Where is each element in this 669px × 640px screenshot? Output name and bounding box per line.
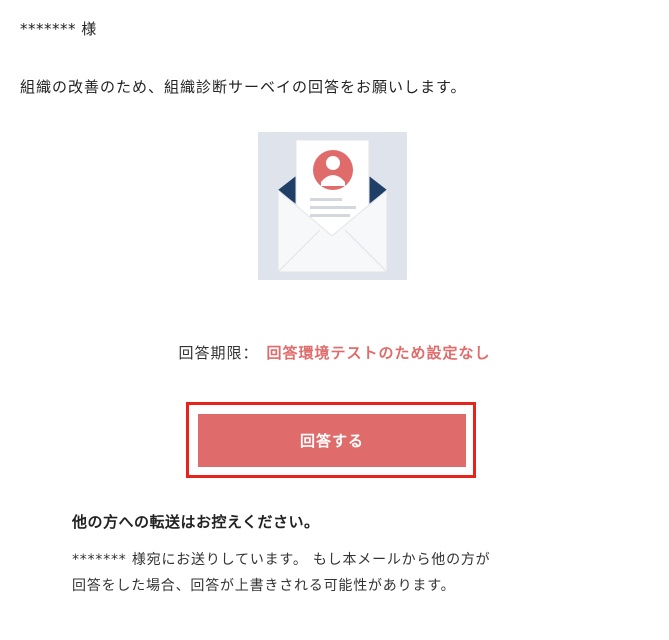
intro-message: 組織の改善のため、組織診断サーベイの回答をお願いします。 xyxy=(20,78,467,96)
letter-line xyxy=(310,206,356,209)
deadline-label: 回答期限： xyxy=(178,344,259,362)
answer-button[interactable]: 回答する xyxy=(198,414,466,467)
forward-notice-title: 他の方への転送はお控えください。 xyxy=(72,513,320,531)
envelope-survey-illustration xyxy=(258,132,407,280)
forward-notice-line: ******* 様宛にお送りしています。 もし本メールから他の方が xyxy=(72,552,491,568)
envelope-survey-icon xyxy=(258,132,407,280)
letter-line xyxy=(310,198,342,201)
forward-notice-body: ******* 様宛にお送りしています。 もし本メールから他の方が 回答をした場… xyxy=(72,547,612,599)
forward-notice-line: 回答をした場合、回答が上書きされる可能性があります。 xyxy=(72,578,456,594)
avatar-head xyxy=(326,156,340,170)
letter-line xyxy=(310,214,350,217)
recipient-greeting: ******* 様 xyxy=(20,20,97,38)
deadline-row: 回答期限： 回答環境テストのため設定なし xyxy=(0,342,669,363)
deadline-value: 回答環境テストのため設定なし xyxy=(266,344,491,362)
